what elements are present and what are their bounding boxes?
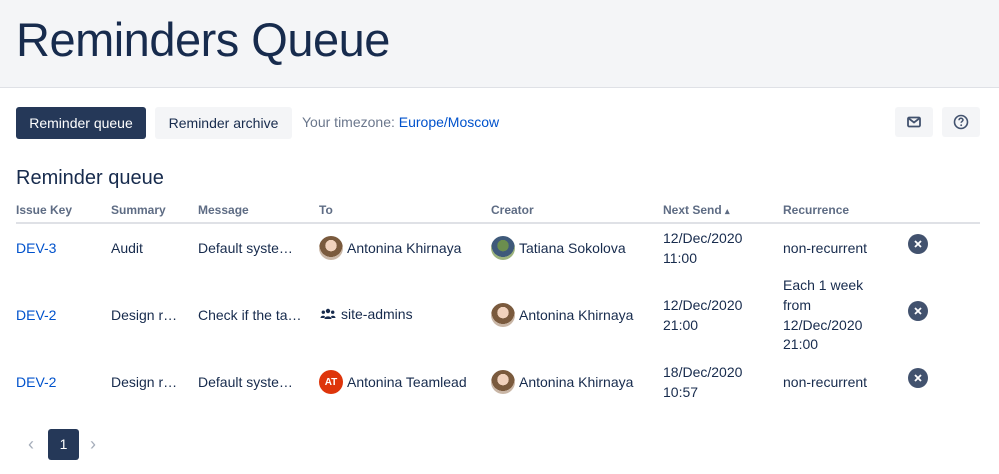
creator-user: Antonina Khirnaya [491,370,633,394]
header-creator[interactable]: Creator [491,203,534,217]
header-next-send-label: Next Send [663,203,722,217]
group-icon [319,305,337,323]
creator-user: Tatiana Sokolova [491,236,626,260]
header-next-send[interactable]: Next Send ▴ [663,203,730,217]
header-recurrence[interactable]: Recurrence [783,203,849,217]
close-icon [914,374,922,382]
issue-key-link[interactable]: DEV-2 [16,372,56,392]
delete-reminder-button[interactable] [908,234,928,254]
timezone-link[interactable]: Europe/Moscow [399,114,499,130]
close-icon [914,307,922,315]
avatar [491,370,515,394]
avatar: AT [319,370,343,394]
page-header: Reminders Queue [0,0,999,88]
next-send-date: 12/Dec/2020 [663,297,743,313]
issue-key-link[interactable]: DEV-3 [16,238,56,258]
to-user: AT Antonina Teamlead [319,370,467,394]
to-user-name: Antonina Khirnaya [347,240,462,256]
recurrence-line: from [783,297,811,313]
header-message[interactable]: Message [198,203,249,217]
reminder-archive-button[interactable]: Reminder archive [155,107,292,139]
next-send-time: 21:00 [663,317,699,333]
next-send-date: 12/Dec/2020 [663,230,743,246]
avatar [319,236,343,260]
delete-reminder-button[interactable] [908,301,928,321]
header-to[interactable]: To [319,203,333,217]
next-send-time: 11:00 [663,250,697,266]
summary-cell: Audit [111,240,143,256]
delete-reminder-button[interactable] [908,368,928,388]
summary-cell: Design r… [111,307,178,323]
sort-ascending-icon: ▴ [725,206,730,216]
creator-user-name: Antonina Khirnaya [519,374,634,390]
header-summary[interactable]: Summary [111,203,166,217]
recurrence-cell: non-recurrent [783,374,868,390]
avatar [491,236,515,260]
message-cell: Default syste… [198,374,293,390]
to-user-name: Antonina Teamlead [347,374,467,390]
next-send-date: 18/Dec/2020 [663,364,743,380]
help-icon [953,114,969,130]
recurrence-line: 21:00 [783,336,819,352]
creator-user: Antonina Khirnaya [491,303,633,327]
recurrence-line: Each 1 week [783,277,864,293]
mail-icon [907,116,921,128]
reminder-queue-button[interactable]: Reminder queue [16,107,146,139]
message-cell: Default syste… [198,240,293,256]
header-issue-key[interactable]: Issue Key [16,203,72,217]
creator-user-name: Tatiana Sokolova [519,240,626,256]
timezone-info: Your timezone: Europe/Moscow [302,114,499,130]
summary-cell: Design r… [111,374,178,390]
page-title: Reminders Queue [16,13,390,66]
pagination-next-button[interactable]: › [90,434,96,455]
to-group: site-admins [319,305,413,323]
help-button[interactable] [942,107,980,137]
close-icon [914,240,922,248]
to-user: Antonina Khirnaya [319,236,461,260]
timezone-label: Your timezone: [302,114,395,130]
recurrence-cell: non-recurrent [783,240,868,256]
issue-key-link[interactable]: DEV-2 [16,305,56,325]
mail-button[interactable] [895,107,933,137]
message-cell: Check if the ta… [198,307,302,323]
header-divider [16,222,980,224]
pagination-prev-button[interactable]: ‹ [28,434,34,455]
creator-user-name: Antonina Khirnaya [519,307,634,323]
next-send-time: 10:57 [663,384,699,400]
to-group-name: site-admins [341,306,413,322]
avatar [491,303,515,327]
recurrence-line: 12/Dec/2020 [783,317,863,333]
pagination-page-button[interactable]: 1 [48,429,79,460]
section-title: Reminder queue [16,167,164,189]
